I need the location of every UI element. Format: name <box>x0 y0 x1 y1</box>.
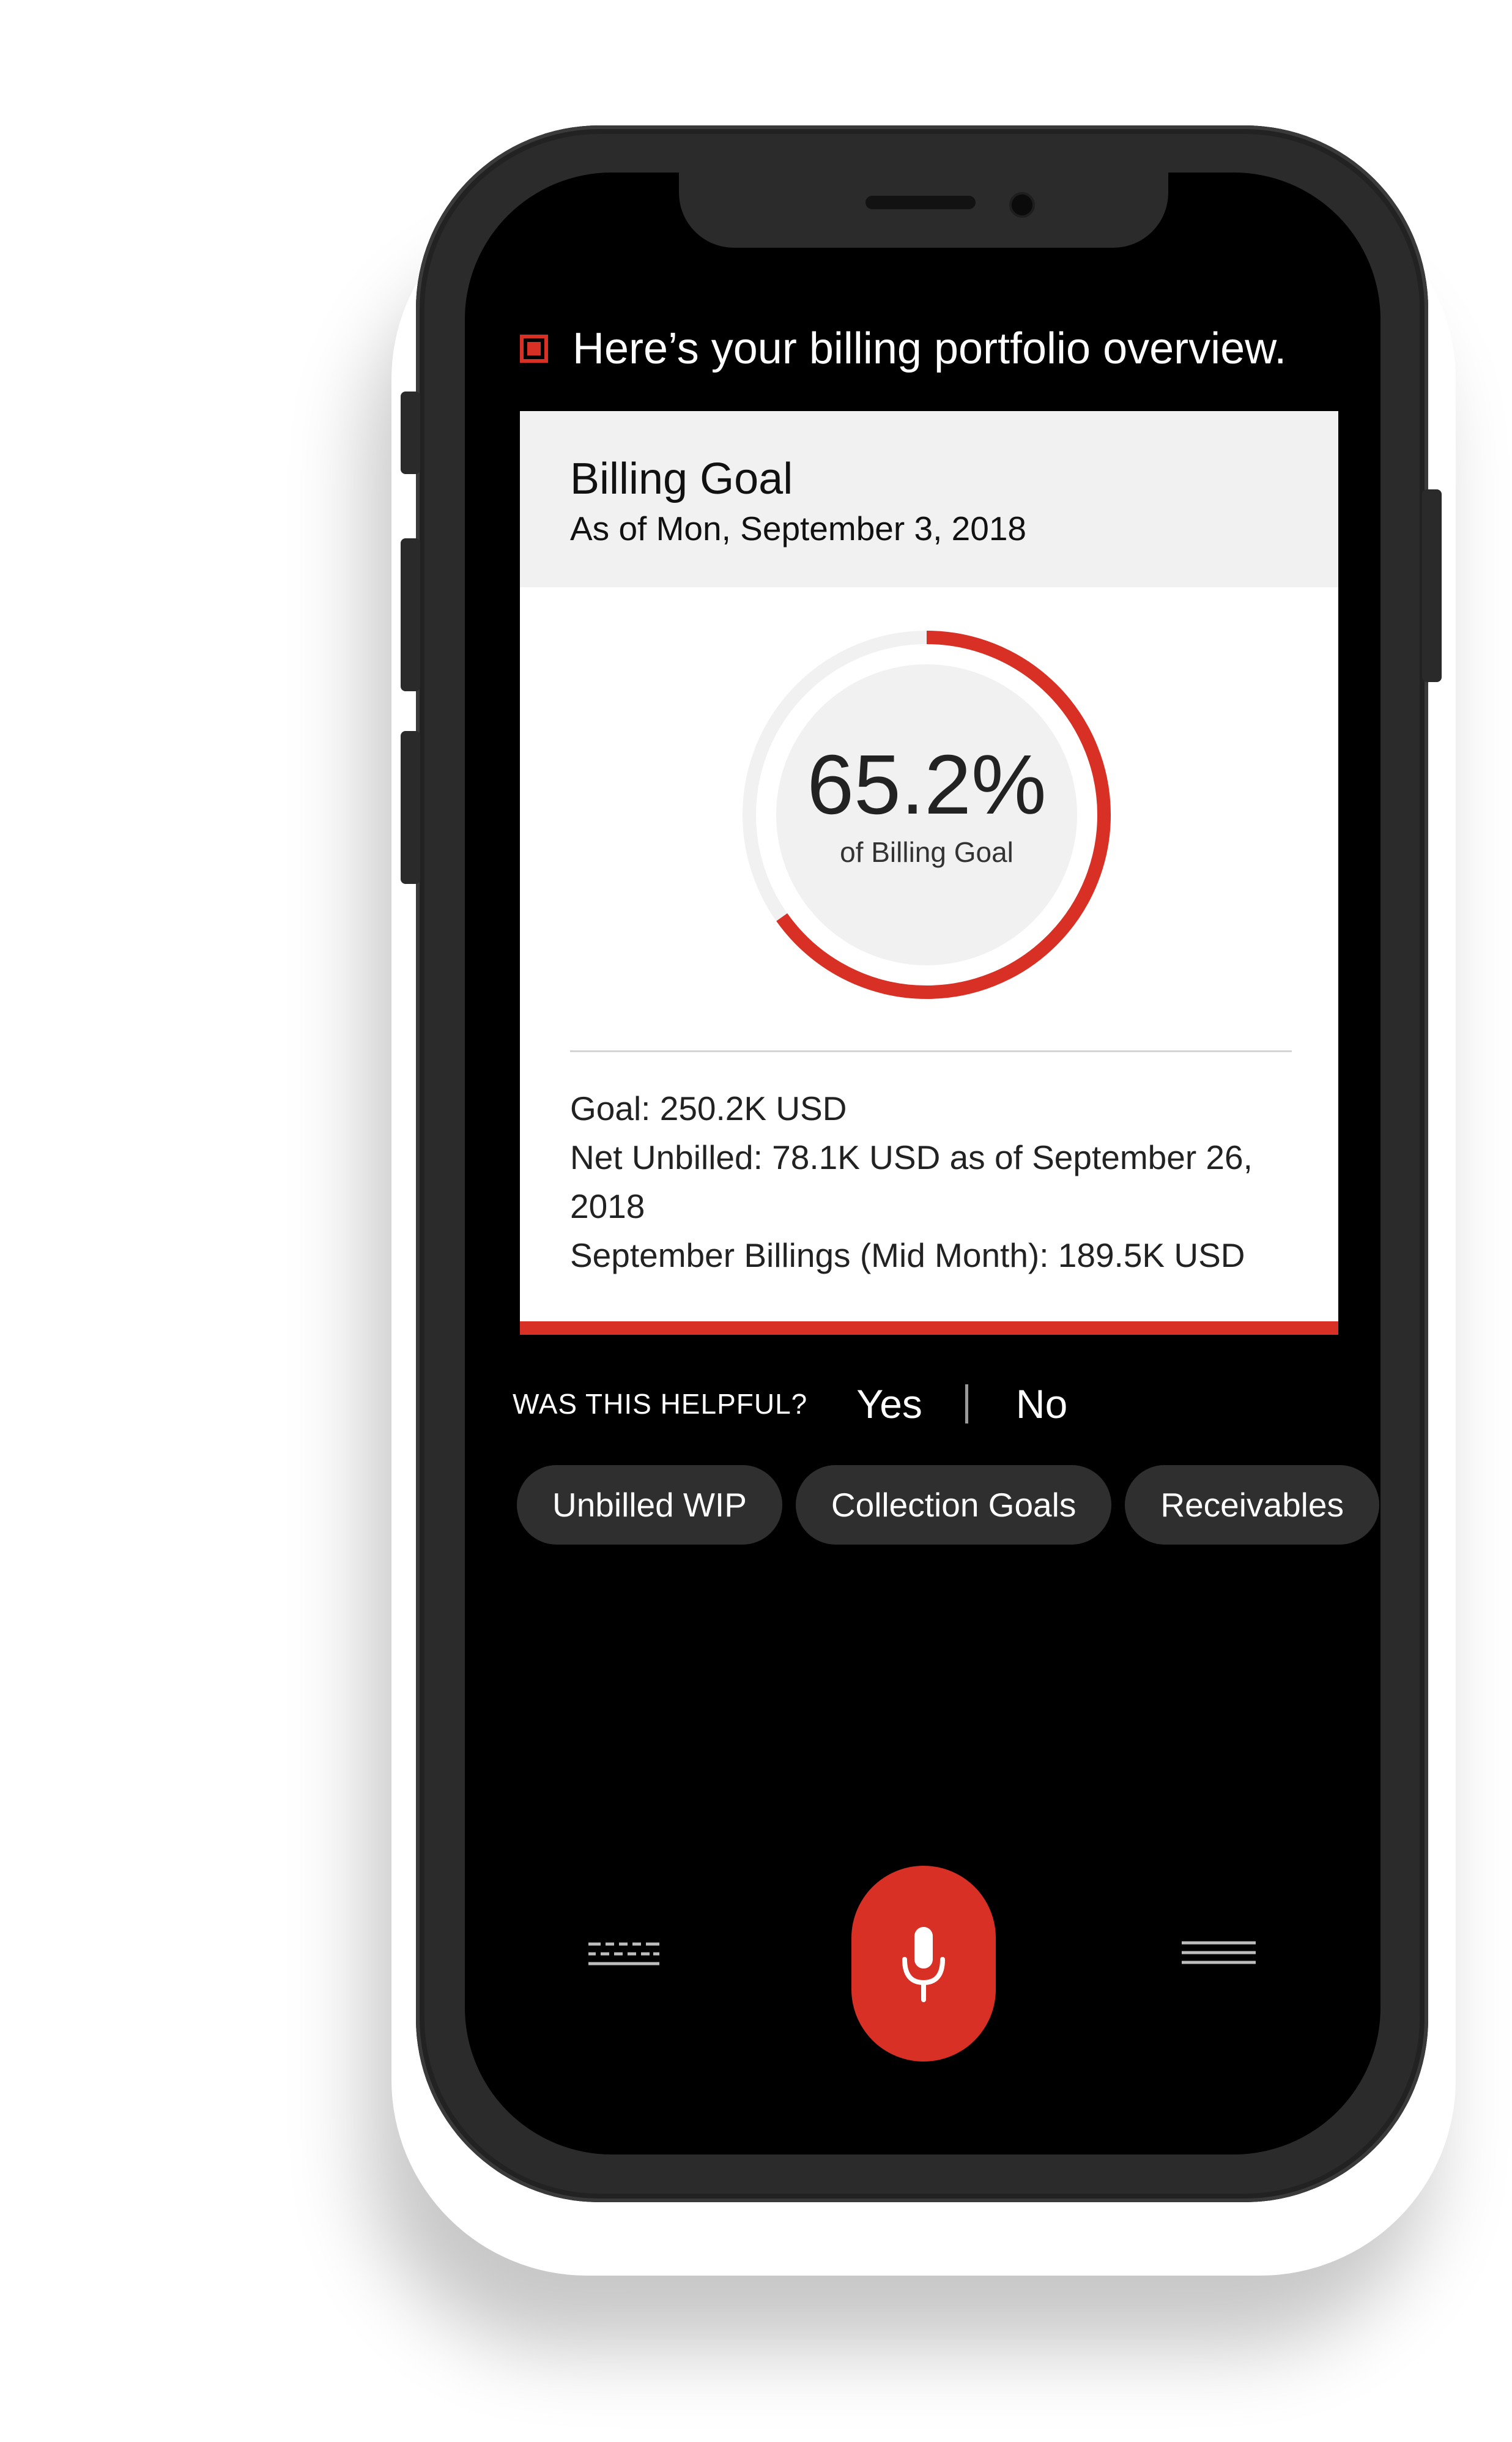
detail-september-billings: September Billings (Mid Month): 189.5K U… <box>570 1236 1245 1274</box>
detail-goal: Goal: 250.2K USD <box>570 1089 847 1127</box>
progress-ring-center: 65.2% of Billing Goal <box>737 625 1116 1004</box>
front-camera <box>1009 192 1035 218</box>
feedback-yes-button[interactable]: Yes <box>856 1381 922 1427</box>
volume-up-button <box>401 538 420 691</box>
suggestion-chips: Unbilled WIP Collection Goals Receivable… <box>517 1465 1379 1545</box>
progress-value: 65.2% <box>807 738 1047 832</box>
volume-down-button <box>401 731 420 884</box>
feedback-no-button[interactable]: No <box>1016 1381 1067 1427</box>
keyboard-icon-graphic <box>588 1942 659 1965</box>
detail-net-unbilled: Net Unbilled: 78.1K USD as of September … <box>570 1138 1253 1225</box>
billing-goal-card: Billing Goal As of Mon, September 3, 201… <box>520 411 1338 1335</box>
feedback-row: WAS THIS HELPFUL? Yes No <box>513 1373 1067 1434</box>
progress-ring: 65.2% of Billing Goal <box>737 625 1116 1004</box>
chip-unbilled-wip[interactable]: Unbilled WIP <box>517 1465 782 1545</box>
keyboard-icon[interactable] <box>587 1939 661 1976</box>
power-button <box>1422 489 1442 682</box>
assistant-message-text: Here’s your billing portfolio overview. <box>573 324 1287 373</box>
chip-receivables[interactable]: Receivables <box>1125 1465 1379 1545</box>
card-subtitle: As of Mon, September 3, 2018 <box>570 510 1026 547</box>
feedback-separator <box>965 1384 968 1423</box>
assistant-message: Here’s your billing portfolio overview. <box>520 318 1286 379</box>
card-divider <box>570 1050 1292 1052</box>
earpiece-speaker <box>865 196 976 209</box>
microphone-button[interactable] <box>851 1866 996 2062</box>
menu-icon-graphic <box>1182 1941 1256 1964</box>
chip-collection-goals[interactable]: Collection Goals <box>795 1465 1112 1545</box>
silent-switch <box>401 392 420 474</box>
menu-icon[interactable] <box>1180 1939 1257 1976</box>
microphone-icon <box>902 1927 945 2002</box>
stop-icon[interactable] <box>520 335 548 363</box>
progress-label: of Billing Goal <box>840 836 1014 868</box>
card-details: Goal: 250.2K USD Net Unbilled: 78.1K USD… <box>570 1084 1292 1280</box>
feedback-question: WAS THIS HELPFUL? <box>513 1388 808 1420</box>
card-title: Billing Goal <box>570 455 793 503</box>
